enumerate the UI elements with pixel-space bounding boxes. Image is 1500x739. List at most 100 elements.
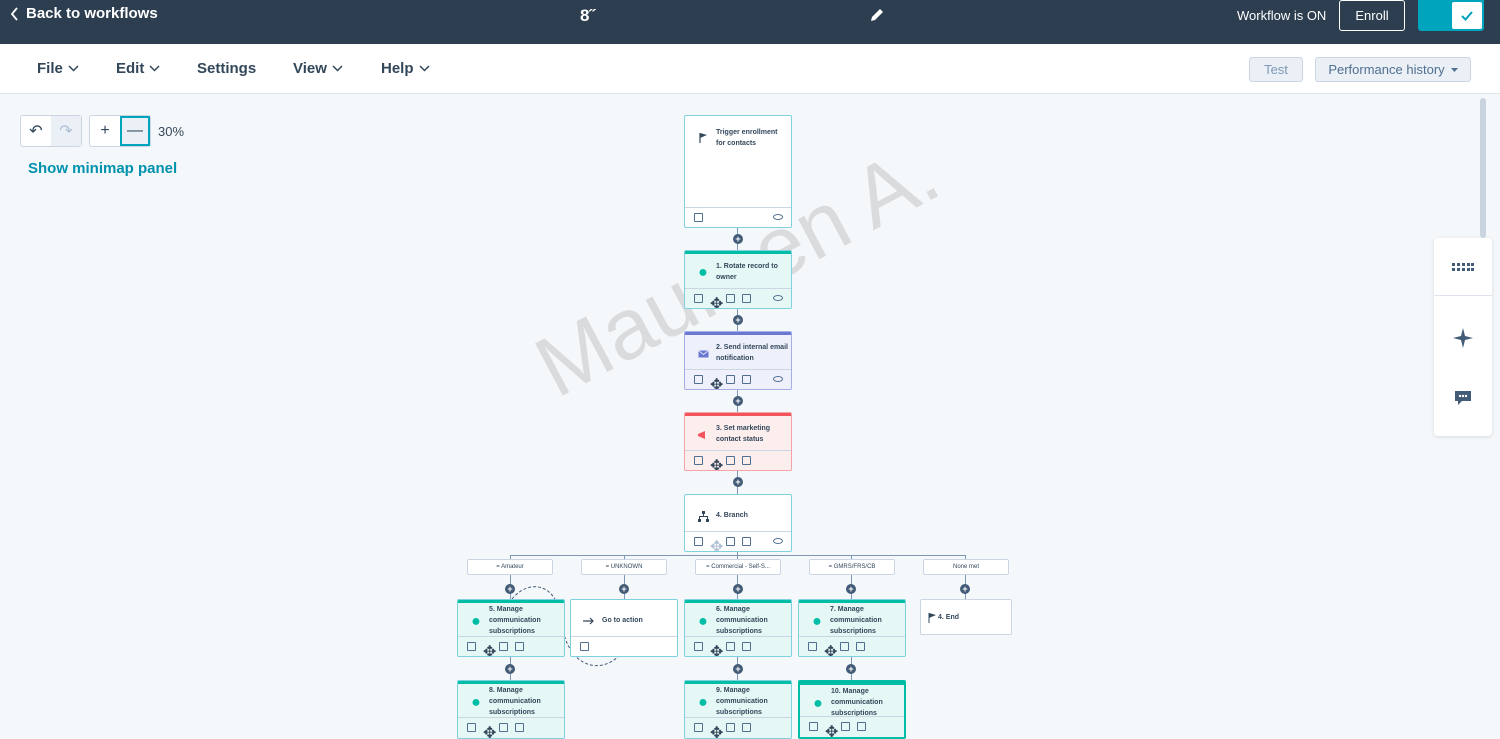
trash-icon[interactable]	[742, 642, 751, 651]
performance-history-button[interactable]: Performance history	[1315, 57, 1471, 82]
sparkle-icon	[1453, 328, 1473, 348]
action-node-2[interactable]: 2. Send internal email notification ✥	[684, 331, 792, 390]
go-to-action-node[interactable]: Go to action	[570, 599, 678, 657]
trash-icon[interactable]	[742, 456, 751, 465]
eye-icon[interactable]	[773, 214, 783, 220]
pencil-icon[interactable]	[868, 6, 886, 24]
trash-icon[interactable]	[857, 722, 866, 731]
move-icon[interactable]: ✥	[710, 456, 723, 470]
add-action-button[interactable]: +	[733, 396, 743, 406]
test-button[interactable]: Test	[1249, 57, 1303, 82]
add-action-button[interactable]: +	[505, 664, 515, 674]
add-action-button[interactable]: +	[846, 584, 856, 594]
move-icon[interactable]: ✥	[710, 375, 723, 389]
zoom-in-button[interactable]: +	[90, 116, 120, 146]
copy-icon[interactable]	[694, 294, 703, 303]
add-action-button[interactable]: +	[505, 584, 515, 594]
copy-icon[interactable]	[694, 456, 703, 465]
trash-icon[interactable]	[742, 294, 751, 303]
move-icon[interactable]: ✥	[710, 294, 723, 308]
clipboard-icon[interactable]	[694, 213, 703, 222]
eye-icon[interactable]	[773, 538, 783, 544]
copy-icon[interactable]	[694, 537, 703, 546]
trash-icon[interactable]	[515, 642, 524, 651]
back-to-workflows-link[interactable]: Back to workflows	[10, 5, 158, 22]
copy-icon[interactable]	[467, 723, 476, 732]
clipboard-icon[interactable]	[726, 294, 735, 303]
copy-icon[interactable]	[809, 722, 818, 731]
menu-view[interactable]: View	[293, 60, 343, 77]
trash-icon[interactable]	[580, 642, 589, 651]
end-node[interactable]: 4. End	[920, 599, 1012, 635]
redo-button[interactable]: ↷	[51, 116, 81, 146]
trash-icon[interactable]	[742, 537, 751, 546]
branch-label-unknown[interactable]: = UNKNOWN	[581, 559, 667, 575]
trigger-node[interactable]: Trigger enrollment for contacts	[684, 115, 792, 228]
menu-settings[interactable]: Settings	[197, 60, 256, 77]
email-icon	[696, 347, 710, 361]
action-node-1[interactable]: ● 1. Rotate record to owner ✥	[684, 250, 792, 309]
add-action-button[interactable]: +	[846, 664, 856, 674]
move-icon[interactable]: ✥	[710, 723, 723, 738]
move-icon[interactable]: ✥	[710, 537, 723, 551]
workflow-name[interactable]: 8˝	[580, 6, 595, 26]
action-node-8[interactable]: ● 8. Manage communication subscriptions …	[457, 680, 565, 739]
undo-button[interactable]: ↶	[21, 116, 51, 146]
clipboard-icon[interactable]	[726, 375, 735, 384]
clipboard-icon[interactable]	[726, 456, 735, 465]
branch-label-amateur[interactable]: = Amateur	[467, 559, 553, 575]
clipboard-icon[interactable]	[726, 723, 735, 732]
menu-edit[interactable]: Edit	[116, 60, 160, 77]
action-node-10[interactable]: ● 10. Manage communication subscriptions…	[798, 680, 906, 739]
menu-help[interactable]: Help	[381, 60, 430, 77]
move-icon[interactable]: ✥	[483, 723, 496, 738]
add-action-button[interactable]: +	[733, 234, 743, 244]
move-icon[interactable]: ✥	[483, 642, 496, 656]
move-icon[interactable]: ✥	[824, 642, 837, 656]
action-node-5[interactable]: ● 5. Manage communication subscriptions …	[457, 599, 565, 657]
action-node-9[interactable]: ● 9. Manage communication subscriptions …	[684, 680, 792, 739]
copy-icon[interactable]	[694, 642, 703, 651]
copy-icon[interactable]	[467, 642, 476, 651]
workflow-on-toggle[interactable]	[1418, 0, 1484, 31]
users-icon: ●	[471, 613, 481, 630]
move-icon[interactable]: ✥	[710, 642, 723, 656]
move-icon[interactable]: ✥	[825, 722, 838, 737]
enroll-button[interactable]: Enroll	[1339, 0, 1405, 31]
trash-icon[interactable]	[856, 642, 865, 651]
add-action-button[interactable]: +	[733, 315, 743, 325]
branch-node[interactable]: 4. Branch ✥	[684, 494, 792, 552]
add-action-button[interactable]: +	[733, 664, 743, 674]
trash-icon[interactable]	[515, 723, 524, 732]
action-node-3[interactable]: 3. Set marketing contact status ✥	[684, 412, 792, 471]
add-action-button[interactable]: +	[733, 584, 743, 594]
zoom-out-button[interactable]: —	[120, 116, 150, 146]
menu-file[interactable]: File	[37, 60, 79, 77]
node-header-bar	[685, 251, 791, 254]
copy-icon[interactable]	[808, 642, 817, 651]
clipboard-icon[interactable]	[726, 642, 735, 651]
branch-label-none-met[interactable]: None met	[923, 559, 1009, 575]
scrollbar-thumb[interactable]	[1480, 98, 1486, 238]
clipboard-icon[interactable]	[499, 642, 508, 651]
clipboard-icon[interactable]	[726, 537, 735, 546]
copy-icon[interactable]	[694, 723, 703, 732]
clipboard-icon[interactable]	[840, 642, 849, 651]
eye-icon[interactable]	[773, 376, 783, 382]
action-node-7[interactable]: ● 7. Manage communication subscriptions …	[798, 599, 906, 657]
arrow-right-icon	[582, 614, 596, 628]
add-action-button[interactable]: +	[619, 584, 629, 594]
show-minimap-link[interactable]: Show minimap panel	[28, 160, 177, 177]
add-action-button[interactable]: +	[960, 584, 970, 594]
copy-icon[interactable]	[694, 375, 703, 384]
trash-icon[interactable]	[742, 375, 751, 384]
eye-icon[interactable]	[773, 295, 783, 301]
clipboard-icon[interactable]	[841, 722, 850, 731]
add-action-button[interactable]: +	[733, 477, 743, 487]
action-node-6[interactable]: ● 6. Manage communication subscriptions …	[684, 599, 792, 657]
branch-label-gmrs[interactable]: = GMRS/FRS/CB	[809, 559, 895, 575]
clipboard-icon[interactable]	[499, 723, 508, 732]
menu-edit-label: Edit	[116, 60, 145, 77]
branch-label-commercial[interactable]: = Commercial - Self-S...	[695, 559, 781, 575]
trash-icon[interactable]	[742, 723, 751, 732]
